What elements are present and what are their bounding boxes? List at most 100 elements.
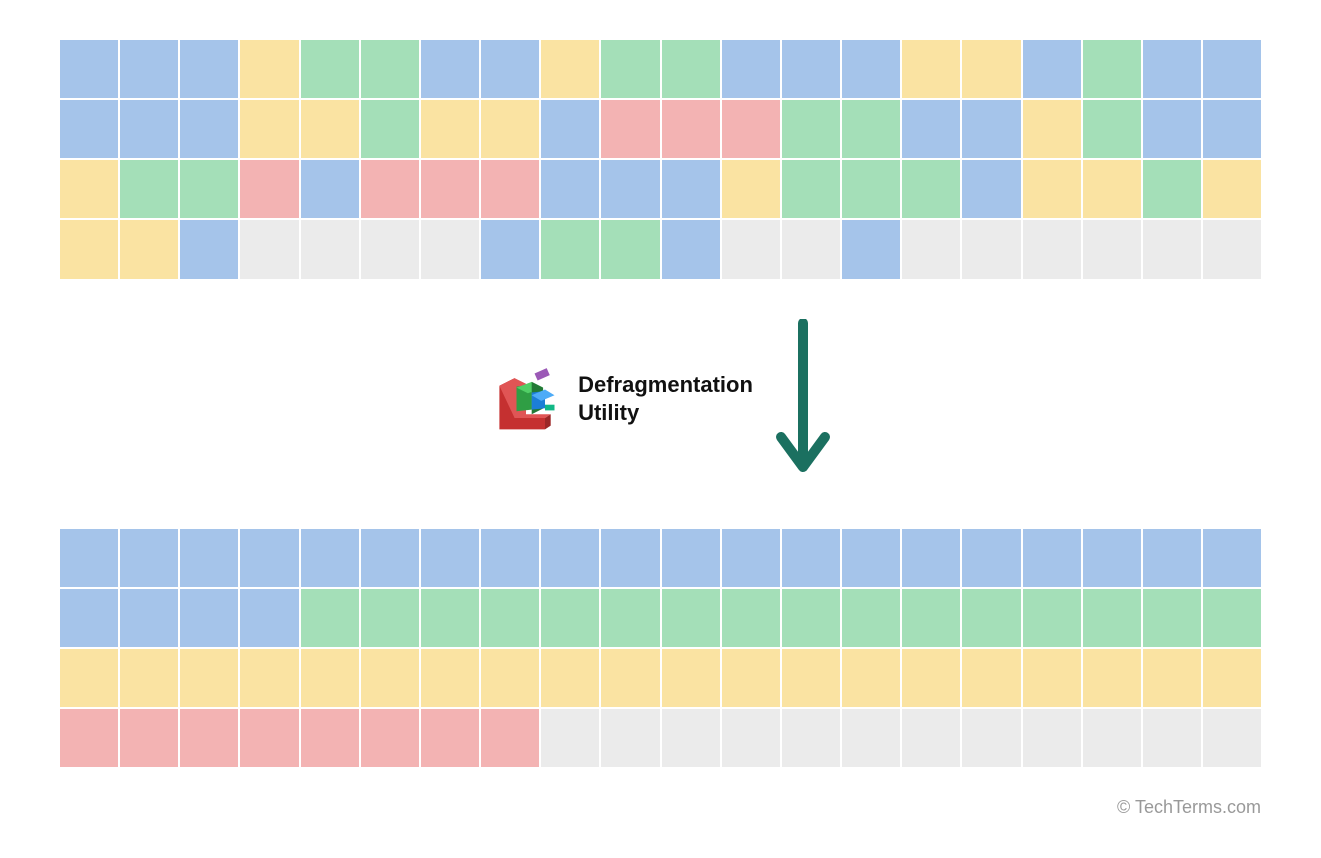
disk-block-blue [180, 220, 238, 278]
disk-block-green [541, 589, 599, 647]
disk-block-gray [1143, 709, 1201, 767]
disk-block-blue [240, 589, 298, 647]
disk-block-yellow [1023, 649, 1081, 707]
disk-block-green [902, 589, 960, 647]
disk-block-gray [541, 709, 599, 767]
disk-block-green [1083, 100, 1141, 158]
disk-block-green [662, 589, 720, 647]
disk-block-red [301, 709, 359, 767]
disk-block-blue [481, 529, 539, 587]
disk-block-yellow [301, 649, 359, 707]
disk-block-gray [361, 220, 419, 278]
disk-block-green [180, 160, 238, 218]
disk-block-gray [1023, 709, 1081, 767]
disk-block-gray [842, 709, 900, 767]
disk-block-blue [120, 529, 178, 587]
credit-text: © TechTerms.com [60, 797, 1261, 818]
disk-block-blue [120, 100, 178, 158]
disk-block-blue [301, 529, 359, 587]
disk-block-yellow [842, 649, 900, 707]
disk-block-yellow [962, 40, 1020, 98]
disk-block-green [1023, 589, 1081, 647]
disk-block-blue [1023, 529, 1081, 587]
disk-block-yellow [1143, 649, 1201, 707]
disk-block-blue [481, 40, 539, 98]
disk-block-blue [180, 40, 238, 98]
disk-block-green [361, 40, 419, 98]
disk-block-red [662, 100, 720, 158]
disk-block-blue [421, 40, 479, 98]
disk-block-yellow [240, 40, 298, 98]
disk-block-gray [782, 220, 840, 278]
disk-block-blue [662, 220, 720, 278]
disk-block-gray [301, 220, 359, 278]
disk-block-blue [601, 529, 659, 587]
disk-block-yellow [60, 160, 118, 218]
disk-block-gray [240, 220, 298, 278]
utility-label-line2: Utility [578, 399, 753, 427]
disk-block-blue [902, 100, 960, 158]
disk-block-red [481, 709, 539, 767]
disk-block-green [962, 589, 1020, 647]
disk-block-yellow [722, 160, 780, 218]
disk-block-green [541, 220, 599, 278]
disk-block-red [722, 100, 780, 158]
disk-block-green [421, 589, 479, 647]
disk-block-red [60, 709, 118, 767]
disk-block-red [421, 709, 479, 767]
disk-block-yellow [421, 649, 479, 707]
disk-block-yellow [601, 649, 659, 707]
disk-block-gray [421, 220, 479, 278]
disk-block-green [782, 100, 840, 158]
disk-block-yellow [421, 100, 479, 158]
disk-block-green [601, 40, 659, 98]
disk-block-gray [1023, 220, 1081, 278]
disk-block-green [120, 160, 178, 218]
down-arrow-icon [773, 319, 833, 479]
disk-block-green [1143, 589, 1201, 647]
disk-block-green [842, 100, 900, 158]
disk-block-blue [722, 529, 780, 587]
disk-block-blue [1143, 529, 1201, 587]
disk-block-blue [962, 160, 1020, 218]
disk-block-gray [662, 709, 720, 767]
disk-block-yellow [1203, 160, 1261, 218]
disk-block-blue [481, 220, 539, 278]
disk-block-yellow [902, 40, 960, 98]
defrag-utility-icon [488, 361, 564, 437]
disk-block-yellow [902, 649, 960, 707]
disk-block-yellow [541, 40, 599, 98]
disk-block-gray [902, 709, 960, 767]
disk-block-blue [301, 160, 359, 218]
defrag-middle: Defragmentation Utility [60, 319, 1261, 479]
disk-block-yellow [962, 649, 1020, 707]
disk-block-green [782, 160, 840, 218]
disk-block-blue [902, 529, 960, 587]
disk-block-yellow [120, 649, 178, 707]
disk-block-green [481, 589, 539, 647]
disk-block-green [1083, 40, 1141, 98]
disk-block-gray [1083, 220, 1141, 278]
disk-block-blue [782, 529, 840, 587]
disk-block-green [842, 160, 900, 218]
disk-block-gray [902, 220, 960, 278]
disk-block-red [361, 709, 419, 767]
disk-block-green [1143, 160, 1201, 218]
disk-block-red [481, 160, 539, 218]
disk-block-yellow [60, 220, 118, 278]
disk-block-yellow [481, 649, 539, 707]
disk-block-blue [662, 160, 720, 218]
disk-block-gray [962, 709, 1020, 767]
disk-block-red [240, 709, 298, 767]
disk-block-green [361, 100, 419, 158]
disk-block-yellow [662, 649, 720, 707]
disk-block-yellow [1023, 160, 1081, 218]
disk-block-blue [180, 100, 238, 158]
disk-block-blue [662, 529, 720, 587]
disk-block-blue [722, 40, 780, 98]
disk-block-yellow [60, 649, 118, 707]
disk-block-blue [1143, 40, 1201, 98]
disk-block-green [782, 589, 840, 647]
disk-block-red [240, 160, 298, 218]
disk-block-green [902, 160, 960, 218]
